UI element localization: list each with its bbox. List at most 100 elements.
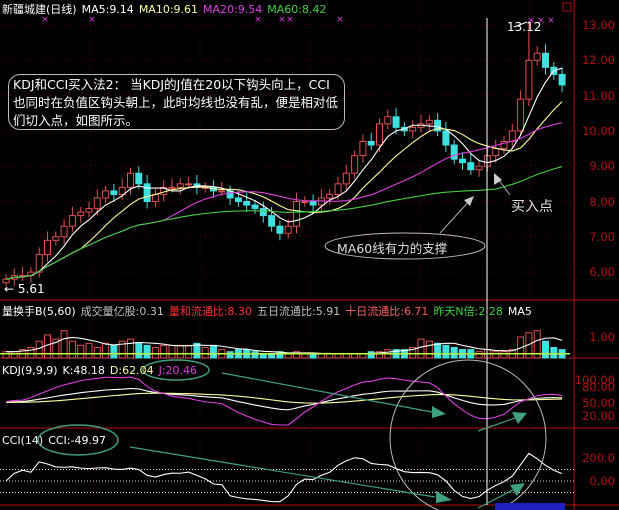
volume-bar [85, 342, 93, 359]
volume-bar [542, 340, 549, 359]
volume-bar [367, 351, 375, 359]
candle-body [359, 140, 367, 157]
axis-tick: 20.00 [582, 409, 615, 423]
candle-body [450, 144, 458, 160]
candle-body [475, 165, 483, 171]
ma_header-0: MA5:9.14 [81, 3, 134, 16]
candle-body [127, 172, 134, 188]
ma_header-1: MA10:9.61 [138, 3, 199, 16]
candle-body [442, 130, 450, 146]
volume_header-1: 成交量亿股:0.31 [80, 305, 164, 318]
volume_header-4: 十日流通比:6.71 [345, 305, 429, 318]
candle-body [284, 225, 292, 234]
candle-body [326, 193, 334, 199]
candle-body [276, 225, 284, 234]
volume-bar [143, 344, 151, 359]
cci-header: CCI(14) CCI:-49.97 [2, 434, 111, 447]
axis-tick: 6.00 [589, 265, 615, 280]
volume-bar [226, 351, 234, 359]
volume-bar [442, 344, 450, 359]
volume-bar [110, 344, 118, 359]
volume-bar [35, 340, 43, 359]
ma60-line [5, 166, 563, 280]
candle-body [367, 140, 375, 146]
candle-body [135, 172, 143, 185]
ma60-arrow [439, 197, 473, 234]
volume-bar [168, 344, 176, 359]
cci-line [5, 452, 563, 503]
signal-cross-icon: × [278, 15, 286, 25]
kdj_header-1: K:48.18 [62, 364, 105, 377]
volume-bar [201, 347, 209, 359]
axis-tick: 200.0 [582, 451, 615, 465]
volume-bar [550, 347, 558, 359]
candle-body [459, 158, 466, 164]
kdj-arrow-up [477, 417, 516, 432]
candle-body [293, 201, 300, 227]
main-header: 新疆城建(日线) MA5:9.14 MA10:9.61 MA20:9.54 MA60:8… [2, 3, 336, 16]
volume-bar [127, 338, 134, 359]
volume-bar [68, 340, 76, 359]
kdj_header-3: J:20.46 [158, 364, 198, 377]
candle-body [110, 190, 118, 195]
axis-tick: 8.00 [589, 194, 615, 209]
volume_header-0: 量换手B(5,60) [2, 305, 76, 318]
volume-bar [434, 342, 442, 359]
volume-bar [425, 340, 433, 359]
strategy-note: KDJ和CCI买入法2： 当KDJ的J值在20以下钩头向上，CCI也同时在负值区… [8, 74, 345, 130]
high-price-label: 13.12 [507, 20, 542, 34]
candle-body [301, 201, 309, 203]
axis-tick: 80.00 [582, 380, 615, 394]
cci_header-0: CCI(14) [2, 434, 44, 447]
kdj_header-2: D:62.04 [109, 364, 154, 377]
ma60-support-label: MA60线有力的支撑 [337, 241, 448, 256]
candle-body [185, 183, 193, 186]
ma_header-3: MA60:8.42 [267, 3, 327, 16]
candle-body [60, 225, 68, 238]
cci_header-1: CCI:-49.97 [48, 434, 106, 447]
kdj-arrowhead-down [432, 406, 446, 418]
date-tag [495, 503, 565, 510]
candle-body [392, 116, 400, 128]
candle-body [425, 119, 433, 125]
candle-body [525, 59, 533, 100]
candle-body [268, 215, 276, 227]
signal-cross-icon: × [88, 15, 96, 25]
signal-cross-icon: × [547, 16, 555, 26]
volume-bar [102, 342, 110, 359]
signal-cross-icon: × [41, 15, 49, 25]
signal-cross-icon: × [336, 15, 344, 25]
axis-tick: 12.00 [582, 53, 615, 68]
candle-body [68, 215, 76, 227]
candle-body [102, 190, 110, 199]
volume-bar [135, 342, 143, 359]
panel-toggle[interactable] [562, 2, 572, 12]
volume_header-3: 五日流通比:5.91 [257, 305, 341, 318]
candle-body [93, 197, 101, 210]
volume_header-2: 量和流通比:8.30 [168, 305, 253, 318]
axis-tick: 1.00 [589, 330, 615, 344]
candle-body [558, 73, 566, 86]
signal-cross-icon: × [254, 15, 262, 25]
candle-body [243, 201, 251, 206]
volume-bar [210, 344, 217, 359]
candle-body [168, 186, 176, 189]
kdj-header: KDJ(9,9,9) K:48.18 D:62.04 J:20.46 [2, 364, 202, 377]
candle-body [176, 183, 184, 188]
ma20-line [5, 122, 563, 280]
signal-markers: × × × × × × × × × [41, 15, 555, 26]
cci-line [5, 452, 563, 503]
volume-bar [77, 344, 85, 359]
volume-bar [151, 347, 159, 359]
kdj-k-line [5, 387, 563, 411]
axis-tick: 9.00 [589, 159, 615, 174]
candle-body [309, 201, 317, 206]
candle-body [44, 239, 51, 255]
volume-bar [251, 351, 259, 359]
volume-bar [160, 344, 168, 359]
signal-cross-icon: × [286, 15, 294, 25]
volume-header: 量换手B(5,60) 成交量亿股:0.31 量和流通比:8.30 五日流通比:5.91… [2, 305, 537, 318]
candle-body [342, 172, 350, 185]
candle-body [234, 197, 242, 203]
candle-body [218, 190, 226, 193]
